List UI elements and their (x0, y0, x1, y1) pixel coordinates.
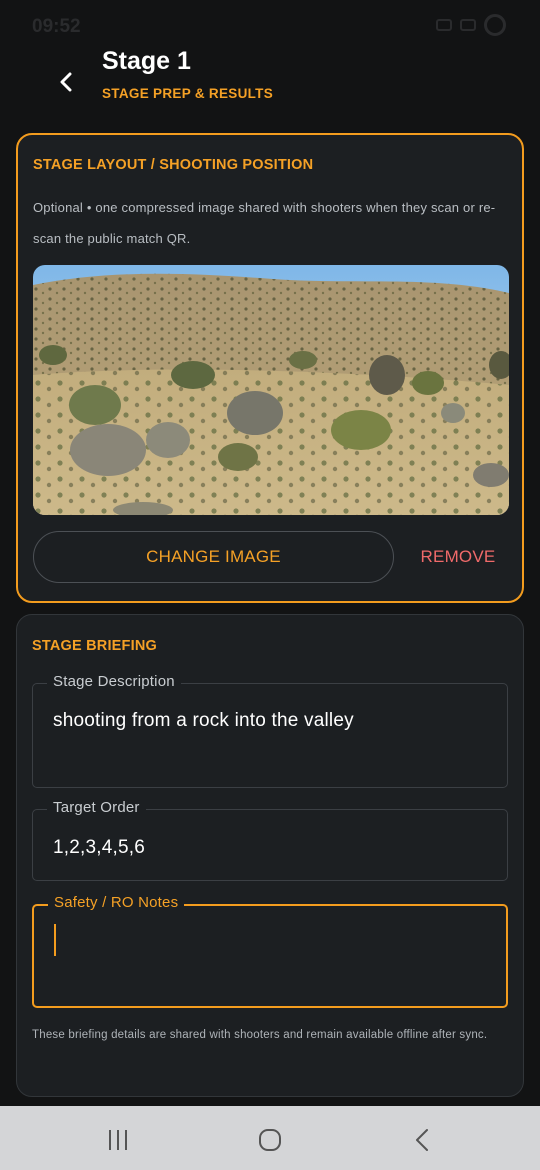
signal-icon (436, 19, 452, 31)
stage-layout-image (33, 265, 509, 515)
safety-notes-label: Safety / RO Notes (48, 894, 185, 911)
safety-notes-field[interactable]: Safety / RO Notes (32, 894, 508, 1008)
target-order-label: Target Order (47, 799, 146, 816)
stage-description-field[interactable]: Stage Description shooting from a rock i… (32, 673, 508, 788)
stage-layout-title: STAGE LAYOUT / SHOOTING POSITION (33, 157, 314, 173)
target-order-value: 1,2,3,4,5,6 (53, 837, 145, 858)
stage-briefing-title: STAGE BRIEFING (32, 638, 157, 654)
stage-description-label: Stage Description (47, 673, 181, 690)
status-icons (436, 14, 506, 36)
target-order-field[interactable]: Target Order 1,2,3,4,5,6 (32, 799, 508, 881)
status-time: 09:52 (32, 16, 81, 37)
chevron-left-icon (60, 72, 72, 92)
back-button[interactable] (52, 66, 80, 98)
home-icon (259, 1129, 281, 1151)
change-image-button[interactable]: CHANGE IMAGE (33, 531, 394, 583)
battery-icon (484, 14, 506, 36)
page-subtitle: STAGE PREP & RESULTS (102, 86, 274, 101)
system-back-button[interactable] (402, 1120, 442, 1160)
stage-briefing-card: STAGE BRIEFING Stage Description shootin… (16, 614, 524, 1097)
stage-briefing-helper: These briefing details are shared with s… (32, 1029, 488, 1041)
back-icon (416, 1129, 428, 1151)
system-navigation-bar (0, 1106, 540, 1170)
stage-layout-helper: Optional • one compressed image shared w… (33, 200, 496, 246)
recent-apps-button[interactable] (98, 1120, 138, 1160)
wifi-icon (460, 19, 476, 31)
home-button[interactable] (250, 1120, 290, 1160)
page-title: Stage 1 (102, 47, 191, 75)
text-cursor (54, 924, 56, 956)
stage-layout-card: STAGE LAYOUT / SHOOTING POSITION Optiona… (16, 133, 524, 603)
recent-apps-icon (109, 1130, 127, 1150)
status-bar: 09:52 (0, 0, 540, 50)
remove-image-button[interactable]: REMOVE (414, 531, 502, 583)
stage-description-value: shooting from a rock into the valley (53, 710, 354, 731)
